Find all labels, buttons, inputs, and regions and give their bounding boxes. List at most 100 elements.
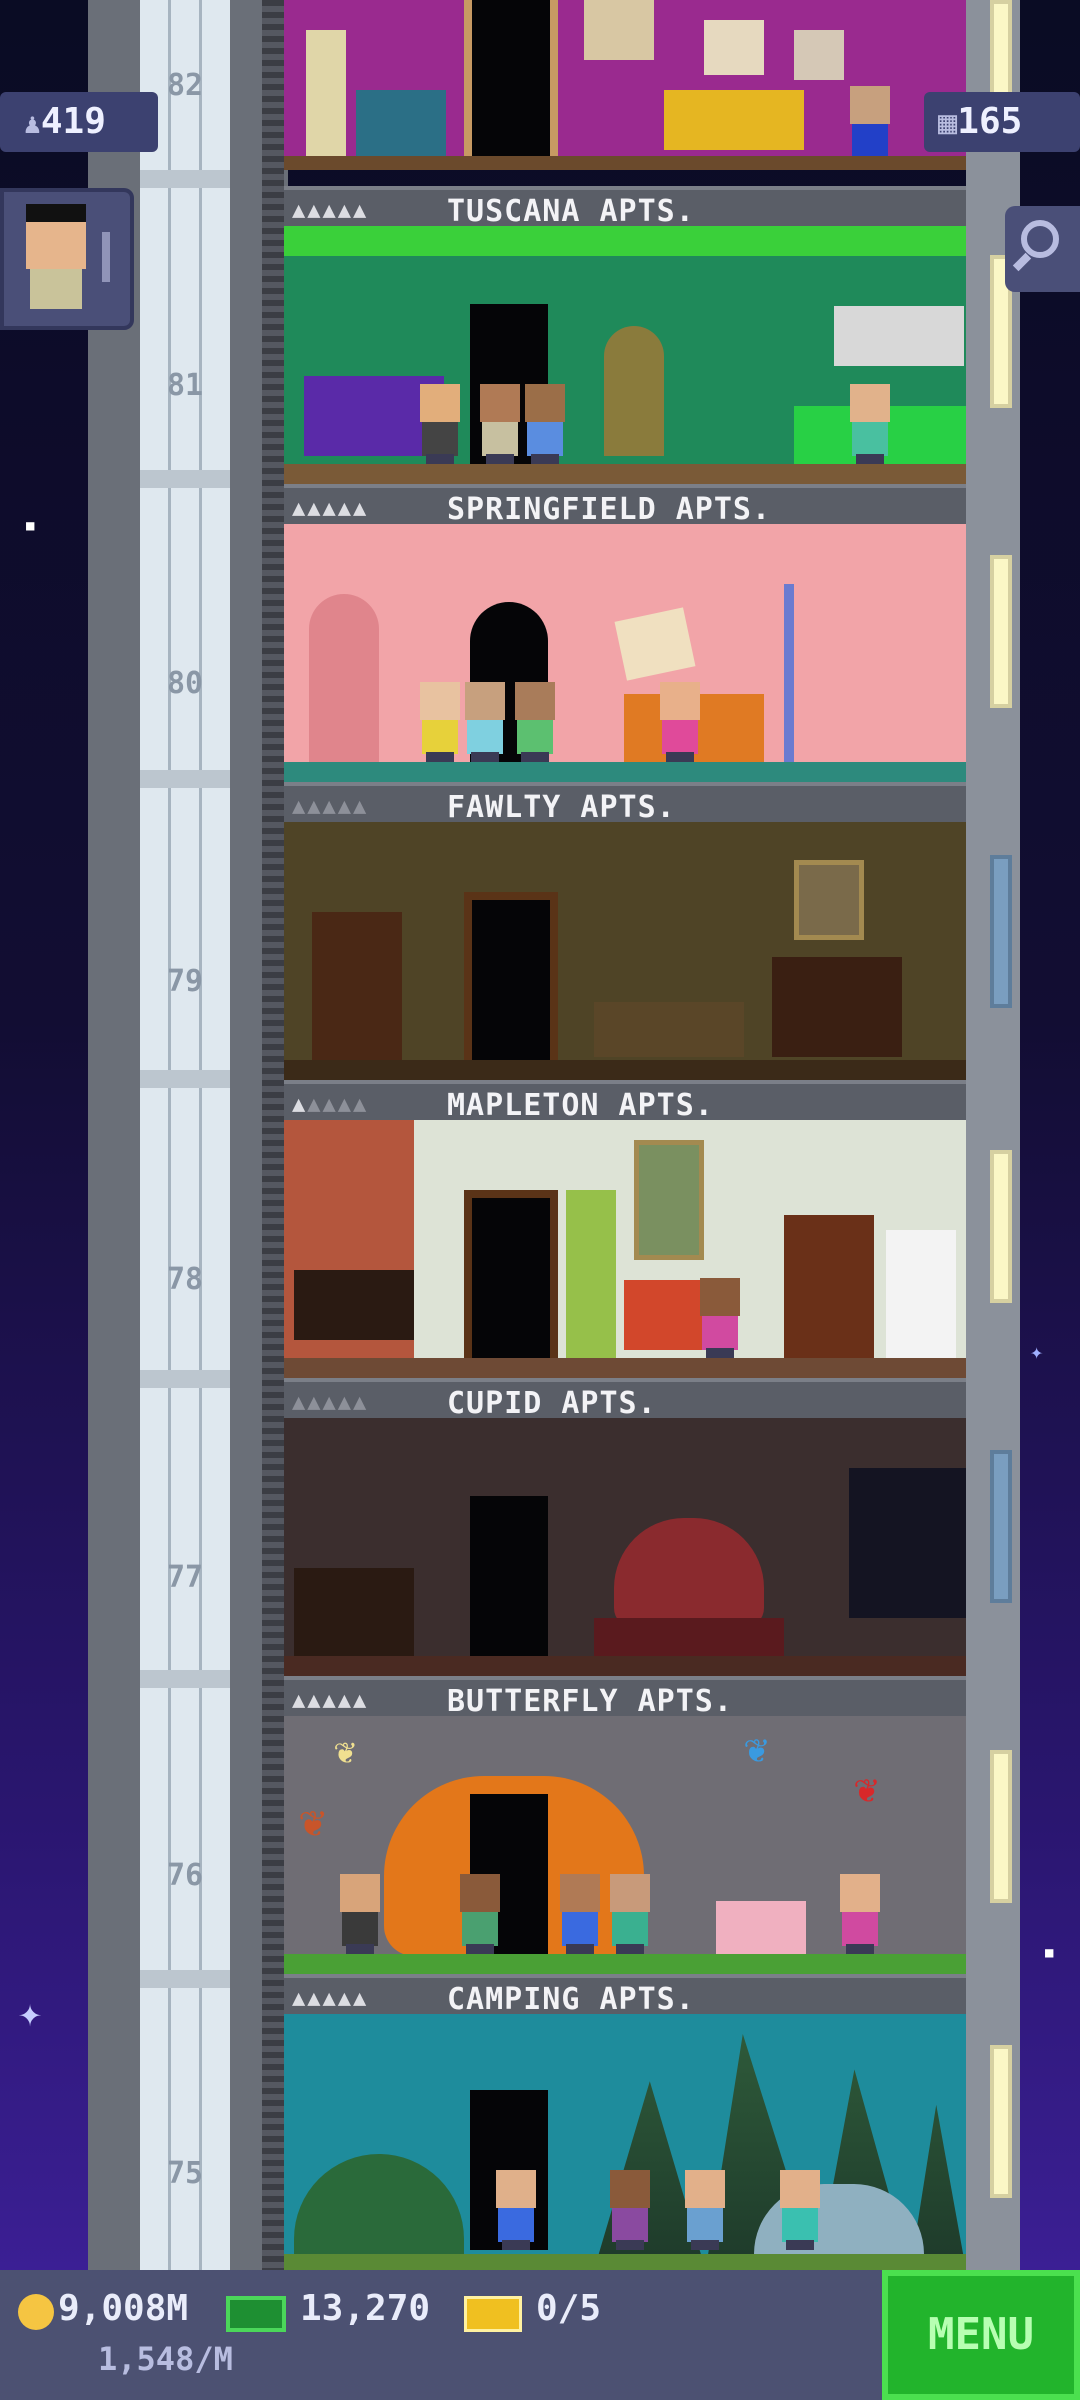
shaft-band [140,1370,230,1388]
window [990,2045,1012,2198]
resident[interactable] [334,1874,386,1954]
floor-78[interactable]: ▲▲▲▲▲ MAPLETON APTS. [284,1080,966,1378]
floor-trim [284,762,966,782]
star: ✦ [18,1990,43,2036]
floor-80[interactable]: ▲▲▲▲▲ SPRINGFIELD APTS. [284,484,966,782]
floor-trim [284,1358,966,1378]
floor-lamp [784,584,794,764]
coin-rate: 1,548/M [98,2340,233,2378]
room [284,226,966,484]
resident[interactable] [519,384,571,464]
floor-trim [284,1954,966,1974]
shaft-band [140,1970,230,1988]
window [990,1450,1012,1603]
room [284,822,966,1080]
floor-77[interactable]: ▲▲▲▲▲ CUPID APTS. [284,1378,966,1676]
bookshelf [784,1215,874,1360]
avatar-hair [26,204,86,222]
floor-number: 76 [166,1858,204,1893]
floor-name: BUTTERFLY APTS. [447,1684,733,1719]
resident[interactable] [454,1874,506,1954]
room [284,1120,966,1378]
room [284,2014,966,2270]
floor-lamp [306,30,346,160]
door [464,892,558,1060]
wall-picture [704,20,764,75]
stock-indicator: ▲▲▲▲▲ [292,1092,369,1117]
room [284,1418,966,1676]
butterfly-icon: ❦ [334,1731,356,1772]
resident[interactable] [654,682,706,762]
stock-indicator: ▲▲▲▲▲ [292,1688,369,1713]
fireplace [294,1568,414,1658]
ticket-count[interactable]: 0/5 [536,2288,601,2329]
resident[interactable] [679,2170,731,2250]
coin-balance[interactable]: 9,008M [58,2288,188,2329]
shaft-band [140,470,230,488]
wall-picture [794,30,844,80]
room: ❦ ❦ ❦ ❦ [284,1716,966,1974]
magnifier-icon [1021,220,1059,258]
floor-number: 81 [166,368,204,403]
resident[interactable] [554,1874,606,1954]
resident[interactable] [844,384,896,464]
bux-badge[interactable]: ▦165 [924,92,1080,152]
heart-bed [614,1518,764,1628]
floor-79[interactable]: ▲▲▲▲▲ FAWLTY APTS. [284,782,966,1080]
bookshelf [312,912,402,1062]
resident[interactable] [604,1874,656,1954]
bux-count: 165 [957,101,1023,142]
resident[interactable] [844,86,896,166]
floor-name: CAMPING APTS. [447,1982,695,2017]
window [990,555,1012,708]
floor-82[interactable] [284,0,966,186]
resident[interactable] [774,2170,826,2250]
elevator-rail [140,0,230,2270]
population-badge[interactable]: ♟419 [0,92,158,152]
room [284,524,966,782]
floor-76[interactable]: ▲▲▲▲▲ BUTTERFLY APTS. ❦ ❦ ❦ ❦ [284,1676,966,1974]
butterfly-icon: ❦ [854,1766,879,1812]
fireplace [772,957,902,1057]
sofa [594,1002,744,1057]
search-button[interactable] [1005,206,1080,292]
refrigerator [886,1230,956,1360]
floor-label: ▲▲▲▲▲ SPRINGFIELD APTS. [284,484,966,528]
floor-name: SPRINGFIELD APTS. [447,492,772,527]
floor-label: ▲▲▲▲▲ BUTTERFLY APTS. [284,1676,966,1720]
room [284,0,966,170]
resident[interactable] [604,2170,656,2250]
avatar [26,214,86,269]
topiary-plant [604,326,664,456]
floor-label: ▲▲▲▲▲ FAWLTY APTS. [284,782,966,826]
resident[interactable] [834,1874,886,1954]
coin-icon [18,2294,54,2330]
floor-number: 80 [166,666,204,701]
floor-81[interactable]: ▲▲▲▲▲ TUSCANA APTS. [284,186,966,484]
butterfly-icon: ❦ [299,1796,326,1847]
stock-indicator: ▲▲▲▲▲ [292,496,369,521]
floor-name: CUPID APTS. [447,1386,657,1421]
wall-picture [634,1140,704,1260]
resident[interactable] [509,682,561,762]
resident[interactable] [414,384,466,464]
shaft-band [140,1070,230,1088]
floor-label: ▲▲▲▲▲ MAPLETON APTS. [284,1080,966,1124]
front-door [309,594,379,764]
menu-button[interactable]: MENU [882,2270,1080,2400]
resident[interactable] [490,2170,542,2250]
bitizen-avatar-tab[interactable] [0,188,134,330]
floor-name: FAWLTY APTS. [447,790,676,825]
population-count: 419 [40,101,106,142]
resident[interactable] [694,1278,746,1358]
shaft-band [140,170,230,188]
floor-number: 77 [166,1560,204,1595]
resident[interactable] [459,682,511,762]
tent [294,2154,464,2254]
bux-balance[interactable]: 13,270 [300,2288,430,2329]
window [990,855,1012,1008]
floor-75[interactable]: ▲▲▲▲▲ CAMPING APTS. [284,1974,966,2270]
floor-number: 78 [166,1262,204,1297]
star: ■ [1045,1945,1054,1961]
floor-name: TUSCANA APTS. [447,194,695,229]
